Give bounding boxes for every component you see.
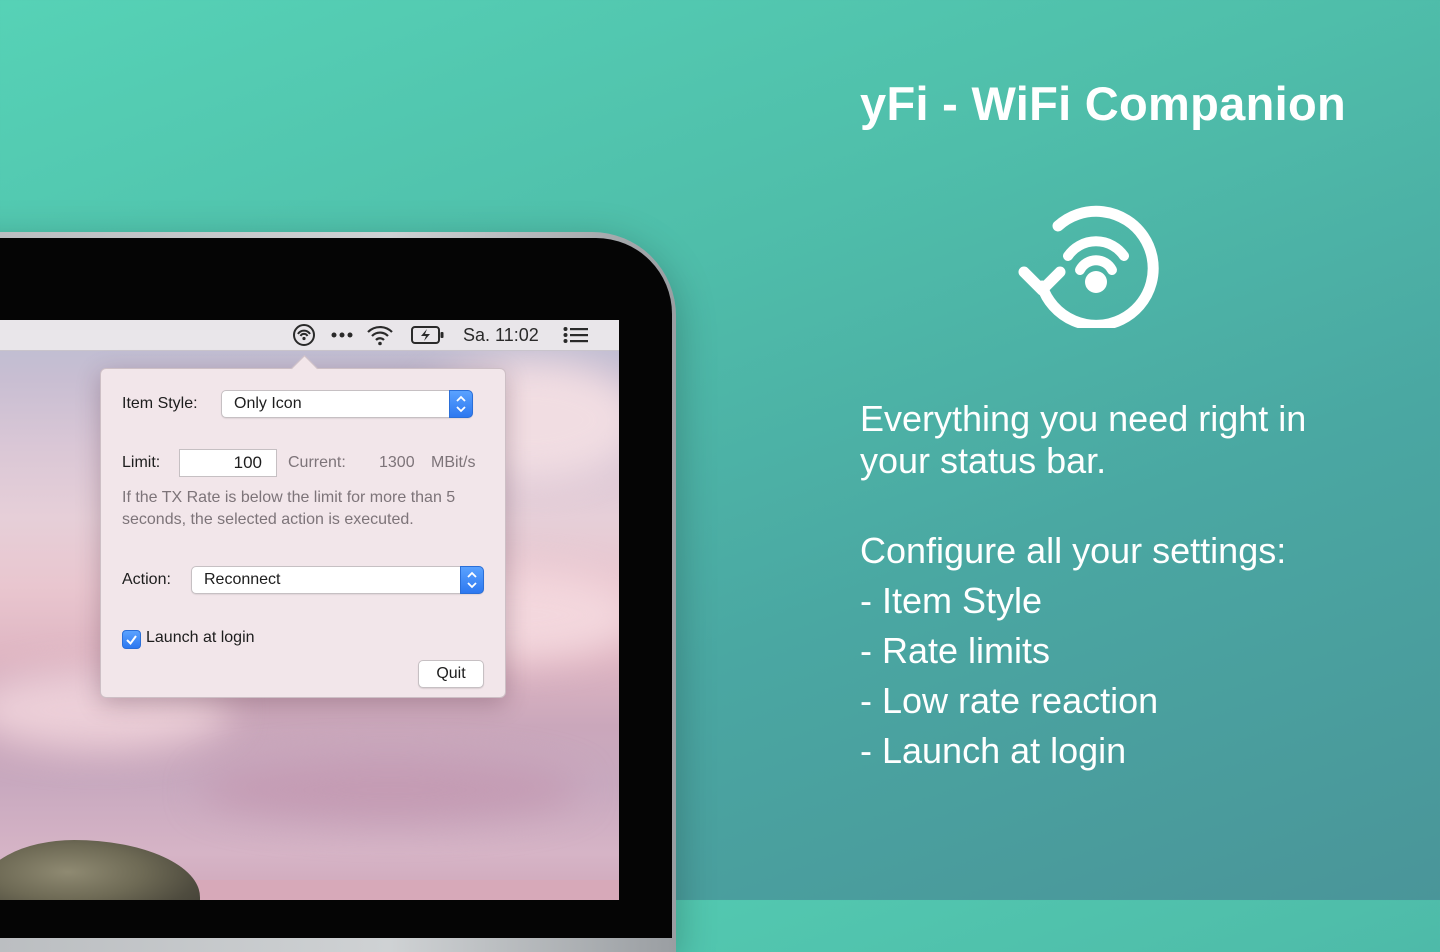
page-title: yFi - WiFi Companion	[860, 77, 1346, 130]
item-style-value: Only Icon	[234, 395, 302, 412]
battery-charging-icon[interactable]	[410, 323, 446, 347]
more-icon[interactable]	[328, 323, 356, 347]
feature-item: - Rate limits	[860, 630, 1051, 671]
yfi-status-icon[interactable]	[288, 323, 318, 347]
menubar-clock[interactable]: Sa. 11:02	[463, 325, 539, 346]
feature-list: - Item Style - Rate limits - Low rate re…	[860, 580, 1158, 780]
item-style-label: Item Style:	[122, 395, 198, 412]
tagline: Everything you need right in your status…	[860, 398, 1307, 481]
action-label: Action:	[122, 571, 171, 588]
action-select[interactable]: Reconnect	[191, 566, 484, 594]
action-value: Reconnect	[204, 571, 281, 588]
launch-at-login-checkbox[interactable]	[122, 630, 141, 649]
popover-arrow	[291, 355, 318, 382]
feature-item: - Launch at login	[860, 730, 1127, 771]
help-text: If the TX Rate is below the limit for mo…	[122, 489, 456, 528]
item-style-select[interactable]: Only Icon	[221, 390, 473, 418]
current-label: Current:	[288, 454, 346, 471]
chevron-up-down-icon	[456, 395, 466, 413]
limit-value: 100	[233, 453, 262, 472]
wifi-icon[interactable]	[365, 323, 395, 347]
action-stepper[interactable]	[460, 566, 484, 594]
launch-at-login-label[interactable]: Launch at login	[146, 629, 255, 647]
config-heading: Configure all your settings:	[860, 530, 1287, 571]
menu-bar: Sa. 11:02	[0, 320, 619, 351]
wallpaper-island	[0, 840, 200, 900]
wallpaper-cloud	[200, 760, 580, 820]
item-style-stepper[interactable]	[449, 390, 473, 418]
unit-label: MBit/s	[431, 454, 476, 471]
feature-item: - Low rate reaction	[860, 680, 1159, 721]
yfi-logo-icon	[1018, 198, 1162, 333]
yfi-settings-popover: Item Style: Only Icon Limit: 100 Current…	[100, 355, 506, 698]
laptop-screen: Sa. 11:02 Item Style: Only Icon Limit: 1…	[0, 320, 619, 900]
limit-input[interactable]: 100	[179, 449, 277, 477]
checkmark-icon	[126, 635, 137, 646]
current-value: 1300	[379, 454, 415, 471]
quit-button[interactable]: Quit	[418, 660, 484, 688]
limit-label: Limit:	[122, 454, 161, 471]
notification-center-icon[interactable]	[562, 323, 590, 347]
chevron-up-down-icon	[467, 571, 477, 589]
feature-item: - Item Style	[860, 580, 1043, 621]
